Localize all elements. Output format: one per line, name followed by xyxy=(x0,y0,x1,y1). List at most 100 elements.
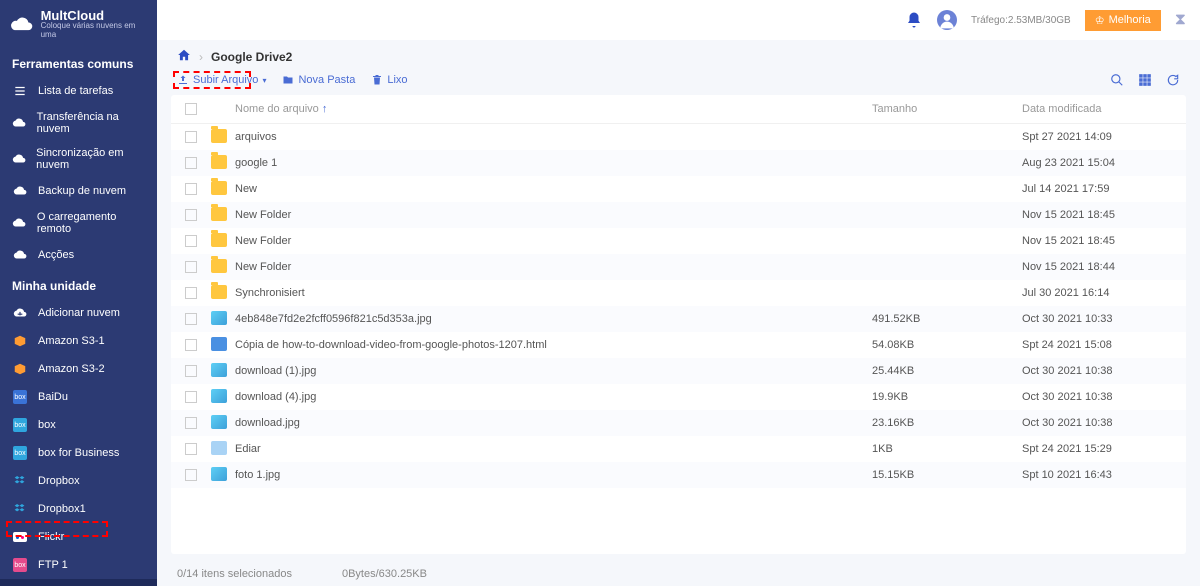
sidebar-tool-label: Acções xyxy=(38,249,74,261)
upgrade-button[interactable]: ♔Melhoria xyxy=(1085,10,1161,31)
sidebar-cloud-5[interactable]: boxbox for Business xyxy=(0,439,157,467)
file-date: Spt 24 2021 15:29 xyxy=(1022,443,1172,455)
breadcrumb-current[interactable]: Google Drive2 xyxy=(211,50,292,64)
sidebar-tool-4[interactable]: O carregamento remoto xyxy=(0,205,157,241)
sidebar-cloud-icon xyxy=(12,473,28,489)
row-checkbox[interactable] xyxy=(185,443,197,455)
row-checkbox[interactable] xyxy=(185,391,197,403)
sidebar-cloud-label: Dropbox1 xyxy=(38,503,86,515)
row-checkbox[interactable] xyxy=(185,339,197,351)
file-size: 491.52KB xyxy=(872,313,1022,325)
sidebar-cloud-8[interactable]: Flickr xyxy=(0,523,157,551)
upload-button[interactable]: Subir Arquivo ▾ xyxy=(177,74,266,86)
sidebar-tool-icon xyxy=(12,247,28,263)
file-row[interactable]: Cópia de how-to-download-video-from-goog… xyxy=(171,332,1186,358)
sidebar-cloud-3[interactable]: box BaiDu xyxy=(0,383,157,411)
file-row[interactable]: 4eb848e7fd2e2fcff0596f821c5d353a.jpg491.… xyxy=(171,306,1186,332)
sidebar-tool-label: O carregamento remoto xyxy=(37,211,145,235)
sidebar-cloud-label: BaiDu xyxy=(38,391,68,403)
file-type-icon xyxy=(211,207,227,221)
section-tools-title: Ferramentas comuns xyxy=(0,47,157,77)
column-date[interactable]: Data modificada xyxy=(1022,103,1172,115)
sidebar-tool-3[interactable]: Backup de nuvem xyxy=(0,177,157,205)
row-checkbox[interactable] xyxy=(185,469,197,481)
breadcrumb: › Google Drive2 xyxy=(157,40,1200,69)
file-name: Cópia de how-to-download-video-from-goog… xyxy=(235,339,872,351)
sidebar-tool-1[interactable]: Transferência na nuvem xyxy=(0,105,157,141)
file-row[interactable]: NewJul 14 2021 17:59 xyxy=(171,176,1186,202)
sidebar-tool-5[interactable]: Acções xyxy=(0,241,157,269)
file-row[interactable]: google 1Aug 23 2021 15:04 xyxy=(171,150,1186,176)
file-row[interactable]: download (1).jpg25.44KBOct 30 2021 10:38 xyxy=(171,358,1186,384)
sidebar-tool-2[interactable]: Sincronização em nuvem xyxy=(0,141,157,177)
sidebar-tool-icon xyxy=(12,215,27,231)
sidebar-cloud-4[interactable]: boxbox xyxy=(0,411,157,439)
file-row[interactable]: New FolderNov 15 2021 18:45 xyxy=(171,228,1186,254)
file-type-icon xyxy=(211,389,227,403)
section-unit-title: Minha unidade xyxy=(0,269,157,299)
new-folder-button[interactable]: Nova Pasta xyxy=(282,74,355,86)
row-checkbox[interactable] xyxy=(185,365,197,377)
toolbar: Subir Arquivo ▾ Nova Pasta Lixo xyxy=(157,69,1200,95)
file-name: New Folder xyxy=(235,235,872,247)
file-row[interactable]: SynchronisiertJul 30 2021 16:14 xyxy=(171,280,1186,306)
file-row[interactable]: New FolderNov 15 2021 18:45 xyxy=(171,202,1186,228)
grid-view-icon[interactable] xyxy=(1138,73,1152,87)
select-all-checkbox[interactable] xyxy=(185,103,197,115)
file-type-icon xyxy=(211,285,227,299)
column-name[interactable]: Nome do arquivo ↑ xyxy=(235,103,872,115)
row-checkbox[interactable] xyxy=(185,157,197,169)
file-type-icon xyxy=(211,181,227,195)
file-row[interactable]: arquivosSpt 27 2021 14:09 xyxy=(171,124,1186,150)
sidebar-cloud-label: Dropbox xyxy=(38,475,80,487)
column-size[interactable]: Tamanho xyxy=(872,103,1022,115)
row-checkbox[interactable] xyxy=(185,209,197,221)
user-avatar-icon[interactable] xyxy=(937,10,957,30)
row-checkbox[interactable] xyxy=(185,261,197,273)
sidebar-cloud-7[interactable]: Dropbox1 xyxy=(0,495,157,523)
row-checkbox[interactable] xyxy=(185,183,197,195)
hourglass-icon[interactable]: ⧗ xyxy=(1175,11,1186,29)
sidebar-cloud-icon: box xyxy=(12,389,28,405)
sidebar-cloud-10[interactable]: Google Drive2 xyxy=(0,579,157,586)
sidebar-cloud-9[interactable]: boxFTP 1 xyxy=(0,551,157,579)
file-name: arquivos xyxy=(235,131,872,143)
main-area: Tráfego:2.53MB/30GB ♔Melhoria ⧗ › Google… xyxy=(157,0,1200,586)
file-name: download (1).jpg xyxy=(235,365,872,377)
status-bytes: 0Bytes/630.25KB xyxy=(342,568,427,580)
sidebar-cloud-label: Adicionar nuvem xyxy=(38,307,120,319)
trash-button[interactable]: Lixo xyxy=(371,74,407,86)
file-date: Jul 30 2021 16:14 xyxy=(1022,287,1172,299)
row-checkbox[interactable] xyxy=(185,313,197,325)
file-type-icon xyxy=(211,155,227,169)
file-row[interactable]: New FolderNov 15 2021 18:44 xyxy=(171,254,1186,280)
row-checkbox[interactable] xyxy=(185,131,197,143)
cloud-logo-icon xyxy=(10,14,35,34)
sidebar-cloud-6[interactable]: Dropbox xyxy=(0,467,157,495)
sidebar-tool-icon xyxy=(12,83,28,99)
row-checkbox[interactable] xyxy=(185,235,197,247)
file-name: New Folder xyxy=(235,209,872,221)
refresh-icon[interactable] xyxy=(1166,73,1180,87)
file-row[interactable]: foto 1.jpg15.15KBSpt 10 2021 16:43 xyxy=(171,462,1186,488)
home-icon[interactable] xyxy=(177,48,191,65)
file-date: Nov 15 2021 18:44 xyxy=(1022,261,1172,273)
sidebar-tool-0[interactable]: Lista de tarefas xyxy=(0,77,157,105)
sidebar-cloud-0[interactable]: Adicionar nuvem xyxy=(0,299,157,327)
row-checkbox[interactable] xyxy=(185,417,197,429)
file-row[interactable]: download.jpg23.16KBOct 30 2021 10:38 xyxy=(171,410,1186,436)
sidebar-cloud-2[interactable]: Amazon S3-2 xyxy=(0,355,157,383)
bell-icon[interactable] xyxy=(905,11,923,29)
search-icon[interactable] xyxy=(1110,73,1124,87)
sidebar-cloud-1[interactable]: Amazon S3-1 xyxy=(0,327,157,355)
file-date: Oct 30 2021 10:38 xyxy=(1022,391,1172,403)
file-date: Spt 24 2021 15:08 xyxy=(1022,339,1172,351)
file-panel: Nome do arquivo ↑ Tamanho Data modificad… xyxy=(171,95,1186,554)
breadcrumb-separator: › xyxy=(199,50,203,64)
file-type-icon xyxy=(211,129,227,143)
row-checkbox[interactable] xyxy=(185,287,197,299)
file-row[interactable]: download (4).jpg19.9KBOct 30 2021 10:38 xyxy=(171,384,1186,410)
file-type-icon xyxy=(211,441,227,455)
file-row[interactable]: Ediar1KBSpt 24 2021 15:29 xyxy=(171,436,1186,462)
traffic-text: Tráfego:2.53MB/30GB xyxy=(971,15,1071,26)
